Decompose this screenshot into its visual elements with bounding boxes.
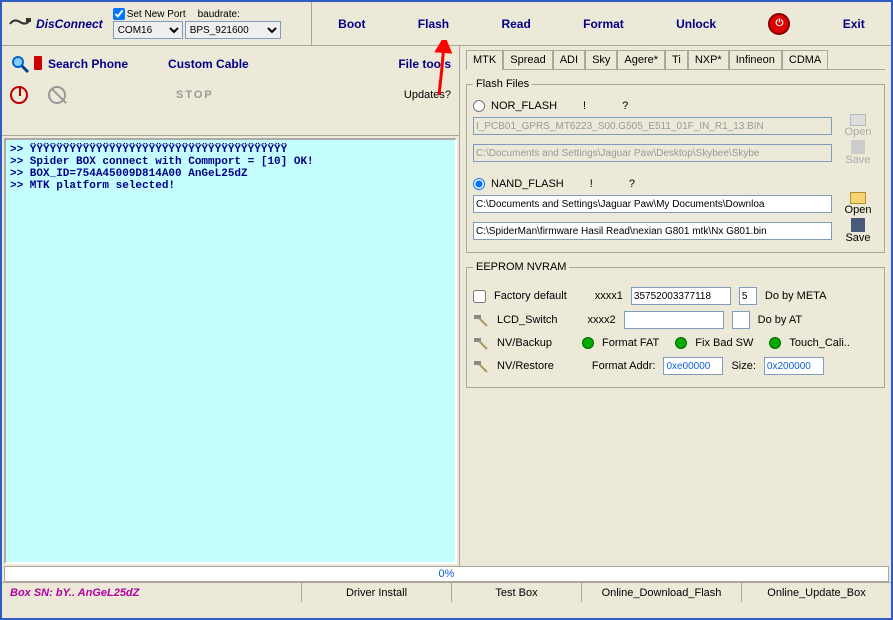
- eeprom-group: EEPROM NVRAM Factory default xxxx1 Do by…: [466, 261, 885, 388]
- subtab-spread[interactable]: Spread: [503, 50, 552, 69]
- set-new-port-checkbox[interactable]: [113, 8, 125, 20]
- green-led-icon: [675, 337, 687, 349]
- baudrate-label: baudrate:: [198, 9, 240, 20]
- disk-icon: [851, 140, 865, 154]
- eeprom-legend: EEPROM NVRAM: [473, 261, 569, 273]
- baudrate-select[interactable]: BPS_921600: [185, 21, 281, 39]
- xxxx1-input[interactable]: [631, 287, 731, 305]
- xxxx2-n-input[interactable]: [732, 311, 750, 329]
- log-output: >> ŸŸŸŸŸŸŸŸŸŸŸŸŸŸŸŸŸŸŸŸŸŸŸŸŸŸŸŸŸŸŸŸŸŸŸŸŸ…: [4, 138, 457, 564]
- xxxx2-label: xxxx2: [588, 314, 616, 326]
- tab-boot[interactable]: Boot: [338, 17, 365, 31]
- nv-restore-button[interactable]: NV/Restore: [497, 360, 554, 372]
- subtab-ti[interactable]: Ti: [665, 50, 688, 69]
- hammer-icon: [473, 335, 489, 351]
- lcd-switch-button[interactable]: LCD_Switch: [497, 314, 558, 326]
- subtab-nxp[interactable]: NXP*: [688, 50, 729, 69]
- nor-excl-button[interactable]: !: [583, 100, 586, 112]
- xxxx1-label: xxxx1: [595, 290, 623, 302]
- progress-bar: 0%: [4, 566, 889, 582]
- factory-default-checkbox[interactable]: [473, 290, 486, 303]
- phone-icon: [34, 56, 44, 72]
- power-small-icon[interactable]: [10, 86, 28, 104]
- xxxx2-input[interactable]: [624, 311, 724, 329]
- touch-cali-button[interactable]: Touch_Cali..: [789, 337, 850, 349]
- nv-backup-button[interactable]: NV/Backup: [497, 337, 552, 349]
- xxxx1-n-input[interactable]: [739, 287, 757, 305]
- subtab-mtk[interactable]: MTK: [466, 50, 503, 70]
- nand-flash-label: NAND_FLASH: [491, 178, 564, 190]
- nor-save-button: Save: [838, 140, 878, 166]
- folder-icon: [850, 192, 866, 204]
- nand-path2-input[interactable]: [473, 222, 832, 240]
- size-input[interactable]: [764, 357, 824, 375]
- updates-link[interactable]: Updates?: [404, 89, 451, 101]
- stop-label: STOP: [176, 89, 214, 101]
- online-download-flash-button[interactable]: Online_Download_Flash: [582, 583, 742, 602]
- nor-open-button: Open: [838, 114, 878, 138]
- test-box-button[interactable]: Test Box: [452, 583, 582, 602]
- subtab-sky[interactable]: Sky: [585, 50, 617, 69]
- format-addr-input[interactable]: [663, 357, 723, 375]
- forbid-icon: [48, 86, 66, 104]
- tab-unlock[interactable]: Unlock: [676, 17, 716, 31]
- disconnect-button[interactable]: DisConnect: [36, 17, 103, 31]
- subtab-adi[interactable]: ADI: [553, 50, 585, 69]
- nand-save-button[interactable]: Save: [838, 218, 878, 244]
- format-addr-label: Format Addr:: [592, 360, 656, 372]
- size-label: Size:: [731, 360, 755, 372]
- format-fat-button[interactable]: Format FAT: [602, 337, 659, 349]
- nor-path1-input: [473, 117, 832, 135]
- search-phone-button[interactable]: Search Phone: [48, 57, 128, 71]
- set-new-port-label: Set New Port: [127, 9, 186, 20]
- hammer-icon: [473, 358, 489, 374]
- hammer-icon: [473, 312, 489, 328]
- box-sn-label: Box SN: bY.. AnGeL25dZ: [2, 583, 302, 602]
- nand-excl-button[interactable]: !: [590, 178, 593, 190]
- tab-flash[interactable]: Flash: [418, 17, 449, 31]
- power-icon[interactable]: ⏻: [768, 13, 790, 35]
- do-by-meta-button[interactable]: Do by META: [765, 290, 827, 302]
- flash-files-group: Flash Files NOR_FLASH ! ? Open Save: [466, 78, 885, 253]
- nor-flash-radio[interactable]: [473, 100, 485, 112]
- subtab-infineon[interactable]: Infineon: [729, 50, 782, 69]
- nand-flash-radio[interactable]: [473, 178, 485, 190]
- nand-open-button[interactable]: Open: [838, 192, 878, 216]
- nand-path1-input[interactable]: [473, 195, 832, 213]
- subtab-cdma[interactable]: CDMA: [782, 50, 828, 69]
- exit-button[interactable]: Exit: [843, 17, 865, 31]
- subtab-agere[interactable]: Agere*: [617, 50, 665, 69]
- tab-read[interactable]: Read: [501, 17, 530, 31]
- tab-format[interactable]: Format: [583, 17, 624, 31]
- nor-path2-input: [473, 144, 832, 162]
- driver-install-button[interactable]: Driver Install: [302, 583, 452, 602]
- nor-q-button[interactable]: ?: [622, 100, 628, 112]
- search-icon: [10, 54, 30, 74]
- online-update-box-button[interactable]: Online_Update_Box: [742, 583, 891, 602]
- flash-files-legend: Flash Files: [473, 78, 532, 90]
- factory-default-label: Factory default: [494, 290, 567, 302]
- com-port-select[interactable]: COM16: [113, 21, 183, 39]
- do-by-at-button[interactable]: Do by AT: [758, 314, 802, 326]
- nor-flash-label: NOR_FLASH: [491, 100, 557, 112]
- file-tools-button[interactable]: File tools: [398, 57, 451, 71]
- green-led-icon: [582, 337, 594, 349]
- custom-cable-button[interactable]: Custom Cable: [168, 57, 249, 71]
- nand-q-button[interactable]: ?: [629, 178, 635, 190]
- folder-icon: [850, 114, 866, 126]
- green-led-icon: [769, 337, 781, 349]
- disk-icon: [851, 218, 865, 232]
- fix-bad-sw-button[interactable]: Fix Bad SW: [695, 337, 753, 349]
- plug-icon: [8, 16, 32, 32]
